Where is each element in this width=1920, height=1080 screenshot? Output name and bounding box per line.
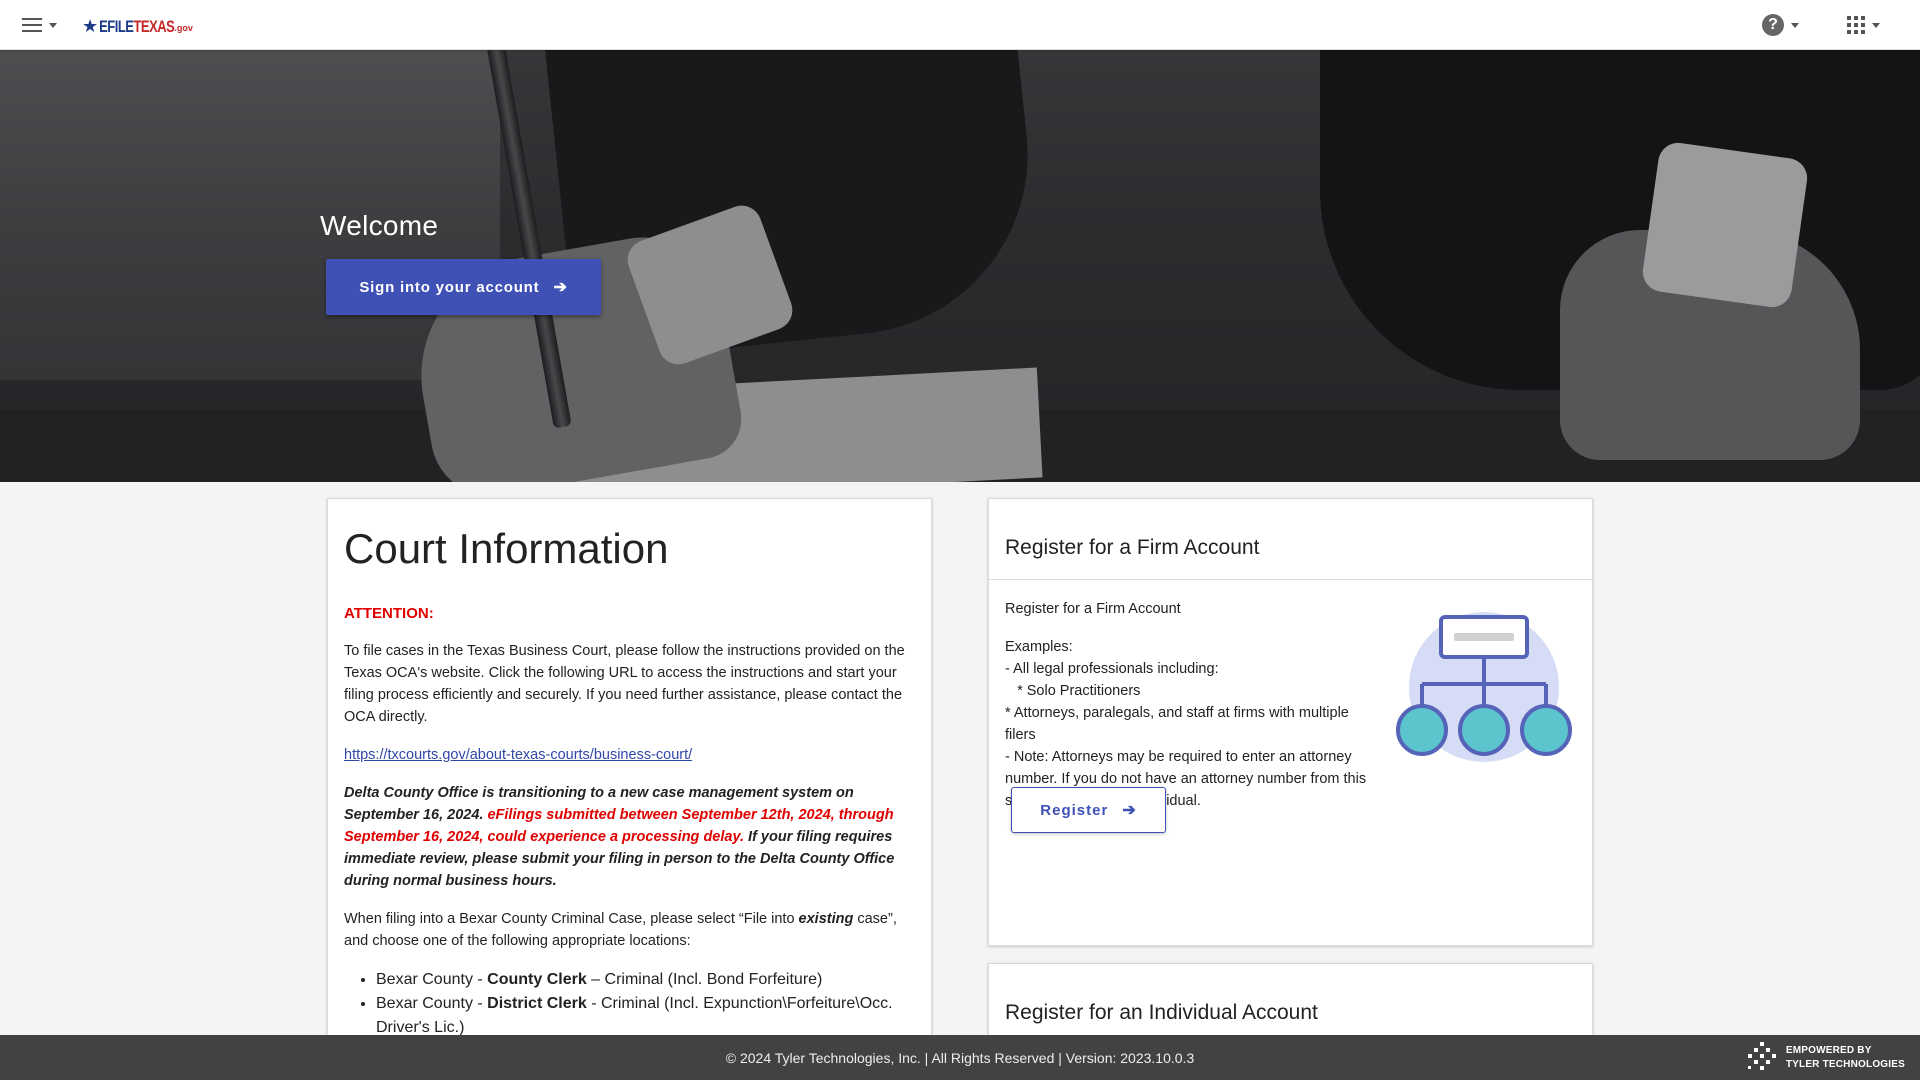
top-navigation-bar: ★ EFILETEXAS .gov ?: [0, 0, 1920, 50]
tyler-logo-icon: [1747, 1042, 1776, 1070]
hero-banner: Welcome Sign into your account ➔: [0, 50, 1920, 482]
arrow-right-icon: ➔: [553, 279, 568, 296]
arrow-right-icon: ➔: [1122, 802, 1137, 819]
sign-in-label: Sign into your account: [359, 278, 540, 296]
apps-grid-icon: [1847, 16, 1865, 34]
sign-in-button[interactable]: Sign into your account ➔: [326, 259, 601, 315]
help-menu-button[interactable]: ?: [1762, 13, 1799, 37]
bexar-locations-list: Bexar County - County Clerk – Criminal (…: [376, 968, 915, 1040]
individual-account-title: Register for an Individual Account: [1005, 1001, 1318, 1024]
court-information-card: Court Information ATTENTION: To file cas…: [327, 498, 932, 1058]
welcome-heading: Welcome: [320, 210, 439, 241]
copyright-text: © 2024 Tyler Technologies, Inc. | All Ri…: [725, 1049, 1195, 1066]
efiletexas-logo[interactable]: ★ EFILETEXAS .gov: [82, 16, 193, 36]
chevron-down-icon: [49, 22, 57, 28]
logo-gov-text: .gov: [174, 23, 193, 33]
list-item: Bexar County - District Clerk - Criminal…: [376, 992, 915, 1040]
page-footer: © 2024 Tyler Technologies, Inc. | All Ri…: [0, 1035, 1920, 1080]
delta-county-notice: Delta County Office is transitioning to …: [344, 785, 895, 889]
tyler-text: EMPOWERED BY TYLER TECHNOLOGIES: [1785, 1045, 1905, 1070]
tyler-technologies-badge[interactable]: EMPOWERED BY TYLER TECHNOLOGIES: [1744, 1040, 1905, 1076]
apps-menu-button[interactable]: [1847, 13, 1880, 37]
hero-overlay: [0, 50, 1920, 482]
business-court-paragraph: To file cases in the Texas Business Cour…: [344, 643, 905, 725]
bexar-county-instructions: When filing into a Bexar County Criminal…: [344, 911, 897, 949]
main-menu-button[interactable]: [22, 13, 62, 37]
court-information-title: Court Information: [344, 525, 669, 572]
register-firm-button[interactable]: Register ➔: [1011, 787, 1166, 833]
firm-account-card: Register for a Firm Account Register for…: [988, 498, 1593, 946]
chevron-down-icon: [1872, 22, 1880, 28]
help-icon: ?: [1762, 14, 1784, 36]
firm-account-body: Register for a Firm Account Examples: - …: [989, 580, 1592, 812]
hamburger-menu-icon: [22, 18, 42, 32]
logo-text: EFILETEXAS: [99, 16, 175, 36]
firm-account-title: Register for a Firm Account: [989, 499, 1592, 580]
org-chart-icon: [1396, 612, 1572, 762]
attention-label: ATTENTION:: [344, 605, 434, 622]
firm-account-description: Register for a Firm Account Examples: - …: [1005, 601, 1367, 809]
business-court-link[interactable]: https://txcourts.gov/about-texas-courts/…: [344, 744, 692, 766]
list-item: Bexar County - County Clerk – Criminal (…: [376, 968, 915, 992]
chevron-down-icon: [1791, 22, 1799, 28]
texas-star-icon: ★: [82, 16, 99, 36]
register-label: Register: [1040, 801, 1109, 819]
